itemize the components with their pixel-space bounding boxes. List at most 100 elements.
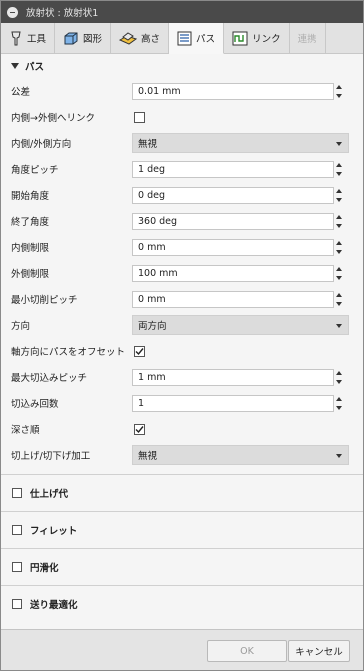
row-direction: 方向 両方向: [1, 312, 363, 338]
feed-optimization-label: 送り最適化: [30, 600, 78, 611]
spin-down-icon[interactable]: [336, 93, 342, 98]
tolerance-input[interactable]: 0.01 mm: [132, 82, 334, 100]
row-max-step: 最大切込みピッチ 1 mm: [1, 364, 363, 390]
row-depth-first: 深さ順: [1, 416, 363, 442]
spin-up-icon[interactable]: [336, 240, 342, 245]
end-angle-input[interactable]: 360 deg: [132, 212, 334, 230]
inner-to-outer-label: 内側→外側へリンク: [11, 113, 95, 124]
checkmark-icon: [135, 347, 144, 355]
axial-offset-label: 軸方向にパスをオフセット: [11, 347, 126, 358]
direction-io-label: 内側/外側方向: [11, 139, 72, 150]
shape-icon: [64, 32, 78, 44]
outer-limit-spinner[interactable]: [335, 265, 343, 282]
axial-offset-checkbox[interactable]: [134, 345, 145, 357]
row-tolerance: 公差 0.01 mm: [1, 78, 363, 104]
ok-button[interactable]: OK: [207, 640, 287, 662]
up-down-cut-select[interactable]: 無視: [132, 445, 349, 465]
section-title: パス: [25, 62, 45, 73]
end-angle-spinner[interactable]: [335, 213, 343, 230]
spin-down-icon[interactable]: [336, 301, 342, 306]
inner-limit-spinner[interactable]: [335, 239, 343, 256]
start-angle-label: 開始角度: [11, 191, 50, 202]
spin-up-icon[interactable]: [336, 188, 342, 193]
spin-up-icon[interactable]: [336, 396, 342, 401]
tab-height-label: 高さ: [141, 34, 161, 45]
direction-io-select[interactable]: 無視: [132, 133, 349, 153]
pass-panel: パス 公差 0.01 mm 内側→外側へリンク 内側/外側方向 無視 角度ピッチ…: [1, 54, 363, 630]
link-icon: [232, 31, 248, 45]
min-cut-pitch-spinner[interactable]: [335, 291, 343, 308]
row-up-down-cut: 切上げ/切下げ加工 無視: [1, 442, 363, 468]
spin-down-icon[interactable]: [336, 405, 342, 410]
step-count-spinner[interactable]: [335, 395, 343, 412]
spin-up-icon[interactable]: [336, 84, 342, 89]
depth-first-label: 深さ順: [11, 425, 40, 436]
min-cut-pitch-label: 最小切削ピッチ: [11, 295, 78, 306]
fillet-label: フィレット: [30, 526, 78, 537]
group-stock-allowance[interactable]: 仕上げ代: [1, 474, 363, 511]
tab-bar: 工具 図形 高さ パス リンク 連携: [1, 23, 363, 54]
step-count-input[interactable]: 1: [132, 394, 334, 412]
row-angle-pitch: 角度ピッチ 1 deg: [1, 156, 363, 182]
start-angle-input[interactable]: 0 deg: [132, 186, 334, 204]
tab-linking[interactable]: 連携: [290, 23, 326, 53]
tab-link[interactable]: リンク: [224, 23, 290, 53]
window-title: 放射状 : 放射状1: [26, 8, 99, 19]
spin-down-icon[interactable]: [336, 379, 342, 384]
smoothing-label: 円滑化: [30, 563, 59, 574]
dropdown-arrow-icon: [336, 454, 342, 458]
tab-height[interactable]: 高さ: [111, 23, 170, 53]
start-angle-spinner[interactable]: [335, 187, 343, 204]
tab-linking-label: 連携: [297, 34, 317, 45]
angle-pitch-input[interactable]: 1 deg: [132, 160, 334, 178]
row-direction-io: 内側/外側方向 無視: [1, 130, 363, 156]
spin-down-icon[interactable]: [336, 197, 342, 202]
tolerance-spinner[interactable]: [335, 83, 343, 100]
spin-up-icon[interactable]: [336, 266, 342, 271]
collapse-icon[interactable]: [7, 6, 18, 18]
tab-tool-label: 工具: [27, 34, 47, 45]
tolerance-label: 公差: [11, 87, 31, 98]
row-outer-limit: 外側制限 100 mm: [1, 260, 363, 286]
max-step-spinner[interactable]: [335, 369, 343, 386]
dialog: 放射状 : 放射状1 工具 図形 高さ パス リンク 連携 パス 公差 0.01…: [0, 0, 364, 671]
spin-up-icon[interactable]: [336, 162, 342, 167]
row-step-count: 切込み回数 1: [1, 390, 363, 416]
angle-pitch-spinner[interactable]: [335, 161, 343, 178]
min-cut-pitch-input[interactable]: 0 mm: [132, 290, 334, 308]
inner-limit-input[interactable]: 0 mm: [132, 238, 334, 256]
row-start-angle: 開始角度 0 deg: [1, 182, 363, 208]
spin-up-icon[interactable]: [336, 292, 342, 297]
smoothing-checkbox[interactable]: [12, 562, 22, 572]
spin-down-icon[interactable]: [336, 249, 342, 254]
fillet-checkbox[interactable]: [12, 525, 22, 535]
stock-allowance-label: 仕上げ代: [30, 489, 69, 500]
outer-limit-input[interactable]: 100 mm: [132, 264, 334, 282]
inner-to-outer-checkbox[interactable]: [134, 111, 145, 123]
tab-tool[interactable]: 工具: [1, 23, 56, 53]
end-angle-label: 終了角度: [11, 217, 50, 228]
spin-up-icon[interactable]: [336, 370, 342, 375]
direction-select[interactable]: 両方向: [132, 315, 349, 335]
spin-down-icon[interactable]: [336, 275, 342, 280]
button-bar: OK キャンセル: [1, 629, 363, 670]
dropdown-arrow-icon: [336, 324, 342, 328]
section-header-pass[interactable]: パス: [1, 54, 363, 78]
feed-optimization-checkbox[interactable]: [12, 599, 22, 609]
max-step-input[interactable]: 1 mm: [132, 368, 334, 386]
height-icon: [119, 31, 138, 45]
stock-allowance-checkbox[interactable]: [12, 488, 22, 498]
tab-pass[interactable]: パス: [169, 23, 225, 54]
group-fillet[interactable]: フィレット: [1, 511, 363, 548]
group-smoothing[interactable]: 円滑化: [1, 548, 363, 585]
cancel-button[interactable]: キャンセル: [288, 640, 350, 662]
spin-down-icon[interactable]: [336, 171, 342, 176]
depth-first-checkbox[interactable]: [134, 423, 145, 435]
pass-icon: [177, 31, 192, 45]
tab-shape[interactable]: 図形: [55, 23, 112, 53]
group-feed-optimization[interactable]: 送り最適化: [1, 585, 363, 622]
spin-up-icon[interactable]: [336, 214, 342, 219]
spin-down-icon[interactable]: [336, 223, 342, 228]
direction-label: 方向: [11, 321, 31, 332]
tool-icon: [11, 31, 21, 46]
